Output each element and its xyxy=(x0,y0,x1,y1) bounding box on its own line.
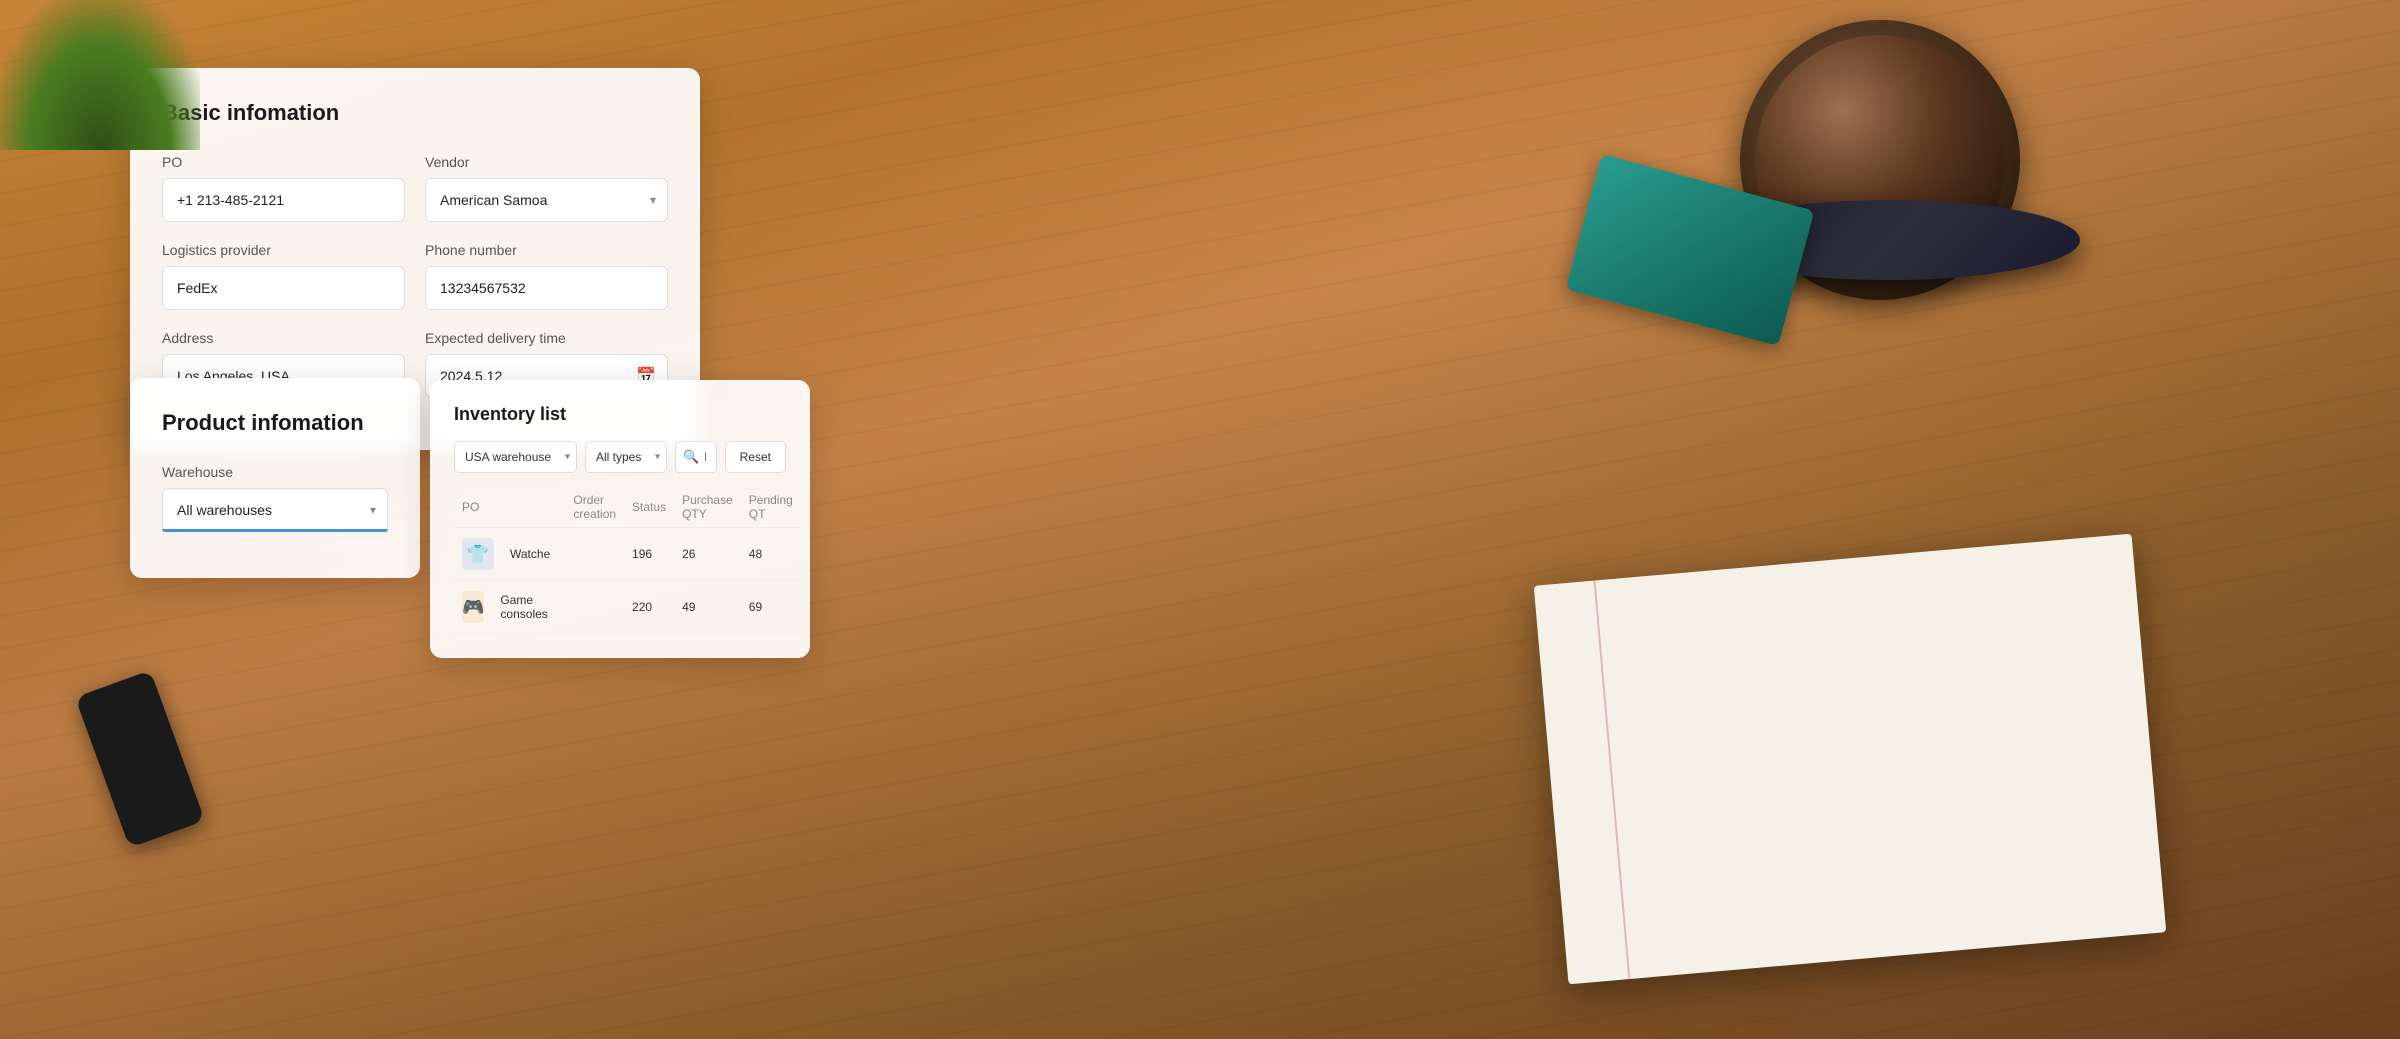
scene-decorations xyxy=(0,0,2400,1039)
plant-decoration xyxy=(0,0,200,150)
phone-decoration xyxy=(75,670,205,848)
notebook-decoration xyxy=(1534,534,2167,985)
